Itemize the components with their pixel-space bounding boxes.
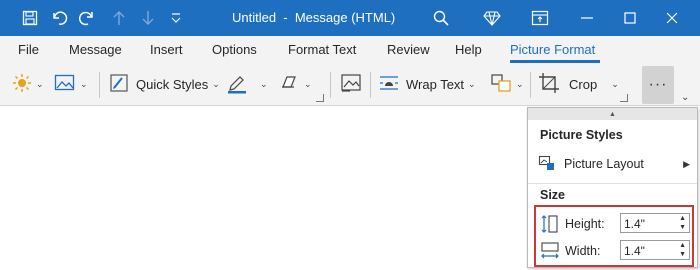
diamond-icon[interactable] [482,8,502,28]
tab-format-text[interactable]: Format Text [288,42,356,57]
width-increase-icon[interactable]: ▲ [679,242,686,250]
sun-icon [12,73,32,96]
quick-styles-icon [108,72,130,97]
more-commands-button[interactable]: ··· [642,66,674,104]
save-icon[interactable] [20,8,40,28]
search-icon[interactable] [431,8,451,28]
alt-text-icon [340,72,362,97]
active-tab-indicator [510,60,600,63]
chevron-down-icon: ⌄ [212,78,220,89]
quick-styles-button[interactable]: Quick Styles ⌄ [108,70,220,98]
arrow-up-icon[interactable] [109,8,129,28]
size-heading: Size [540,188,566,202]
ribbon-tabs: File Message Insert Options Format Text … [0,36,700,64]
picture-icon [54,73,76,96]
height-decrease-icon[interactable]: ▼ [679,224,686,232]
ribbon-display-options-icon[interactable] [530,8,550,28]
width-row: Width: 1.4" ▲ ▼ [536,238,692,264]
submenu-arrow-icon: ▶ [683,158,690,169]
tab-insert[interactable]: Insert [150,42,183,57]
wrap-text-icon [378,72,400,97]
wrap-text-label: Wrap Text [406,76,465,92]
tab-options[interactable]: Options [212,42,257,57]
picture-layout-menu-item[interactable]: Picture Layout ▶ [538,154,696,174]
size-group: Height: 1.4" ▲ ▼ Width: 1.4" ▲ ▼ [534,205,694,267]
picture-border-button[interactable]: ⌄ [226,70,268,98]
tab-picture-format[interactable]: Picture Format [510,42,595,57]
picture-effects-button[interactable]: ⌄ [278,70,312,98]
close-icon[interactable] [662,8,682,28]
height-increase-icon[interactable]: ▲ [679,215,686,223]
picture-styles-heading: Picture Styles [540,128,623,142]
height-icon [540,214,560,237]
ribbon-separator [530,72,531,98]
wrap-text-button[interactable]: Wrap Text ⌄ [378,70,476,98]
ribbon-separator [370,72,371,98]
chevron-down-icon: ⌄ [516,78,524,89]
picture-layout-icon [538,154,556,175]
height-spinner[interactable]: 1.4" ▲ ▼ [620,213,690,233]
ribbon: ⌄ ⌄ Quick Styles ⌄ ⌄ ⌄ Wrap Text ⌄ ⌄ Cro… [0,64,700,106]
arrange-icon [490,72,512,97]
arrange-button[interactable]: ⌄ [490,70,524,98]
ribbon-separator [330,72,331,98]
chevron-down-icon: ⌄ [260,78,268,89]
tab-file[interactable]: File [18,42,39,57]
crop-label: Crop [569,76,598,92]
height-label: Height: [565,217,605,231]
scroll-up-icon[interactable]: ▲ [528,108,697,120]
width-icon [540,241,560,264]
crop-icon [538,72,560,97]
message-body[interactable] [0,107,526,270]
width-decrease-icon[interactable]: ▼ [679,251,686,259]
undo-icon[interactable] [49,8,69,28]
tab-review[interactable]: Review [387,42,430,57]
chevron-down-icon: ⌄ [80,78,88,89]
tab-message[interactable]: Message [69,42,122,57]
collapse-ribbon-icon[interactable]: ⌄ [681,92,689,103]
picture-styles-launcher-icon[interactable] [316,94,324,102]
size-launcher-icon[interactable] [620,94,628,102]
arrow-down-icon[interactable] [138,8,158,28]
tab-help[interactable]: Help [455,42,482,57]
alt-text-button[interactable] [340,70,362,98]
width-spinner[interactable]: 1.4" ▲ ▼ [620,240,690,260]
pen-icon [226,72,248,97]
height-row: Height: 1.4" ▲ ▼ [536,211,692,237]
chevron-down-icon: ⌄ [611,78,619,89]
minimize-icon[interactable] [577,8,597,28]
chevron-down-icon: ⌄ [468,78,476,89]
title-bar: Untitled - Message (HTML) [0,0,700,36]
chevron-down-icon: ⌄ [304,78,312,89]
quick-styles-label: Quick Styles [136,76,209,92]
artistic-effects-button[interactable]: ⌄ [54,70,88,98]
height-value[interactable]: 1.4" [624,217,645,231]
eraser-icon [278,73,300,96]
overflow-panel: ▲ Picture Styles Picture Layout ▶ Size H… [527,107,698,268]
customize-toolbar-icon[interactable] [166,8,186,28]
width-value[interactable]: 1.4" [624,244,645,258]
ribbon-separator [99,72,100,98]
maximize-icon[interactable] [620,8,640,28]
panel-divider [528,183,697,184]
window-title: Untitled - Message (HTML) [232,10,396,25]
width-label: Width: [565,244,601,258]
chevron-down-icon: ⌄ [36,78,44,89]
adjust-brightness-button[interactable]: ⌄ [12,70,44,98]
picture-layout-label: Picture Layout [564,157,644,171]
crop-button[interactable]: Crop ⌄ [538,70,619,98]
redo-icon[interactable] [78,8,98,28]
